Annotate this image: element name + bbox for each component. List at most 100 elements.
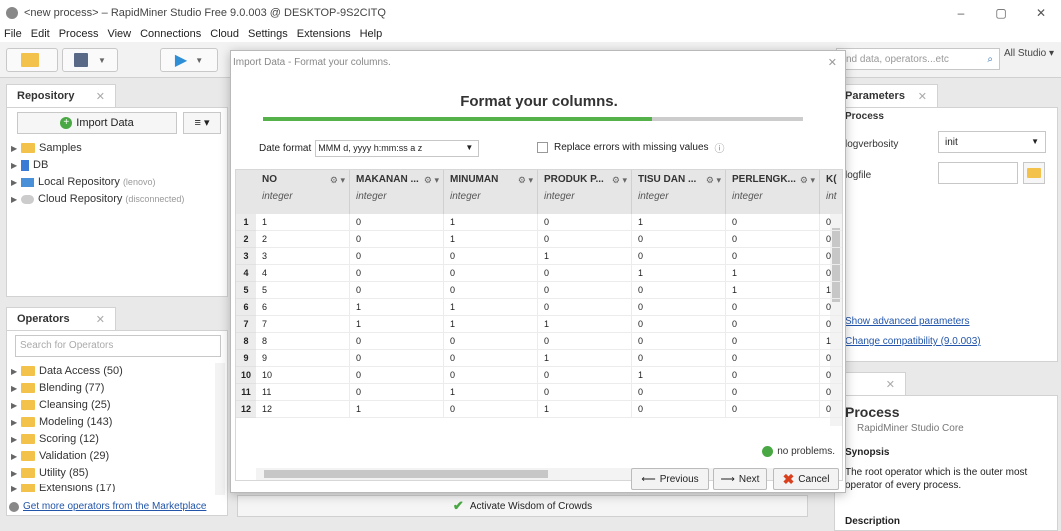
column-header[interactable]: MAKANAN ... integer ⚙ ▾	[350, 170, 444, 214]
tree-label: DB	[33, 159, 49, 171]
cancel-icon: ✖	[782, 470, 795, 487]
menu-settings[interactable]: Settings	[248, 28, 288, 40]
help-title: Process	[845, 404, 900, 420]
table-cell: 0	[350, 350, 444, 367]
table-cell: 0	[820, 350, 842, 367]
table-cell: 0	[820, 299, 842, 316]
row-number: 6	[236, 299, 256, 316]
tab-repository[interactable]: Repository ✕	[6, 84, 116, 108]
global-search-input[interactable]: find data, operators...etc ⌕	[836, 48, 1000, 70]
gear-icon[interactable]: ⚙ ▾	[330, 175, 345, 186]
tab-parameters[interactable]: Parameters ✕	[834, 84, 938, 108]
table-cell: 0	[632, 231, 726, 248]
folder-icon	[21, 434, 35, 444]
new-open-button[interactable]	[6, 48, 58, 72]
tab-operators[interactable]: Operators ✕	[6, 307, 116, 331]
close-icon[interactable]: ✕	[886, 378, 895, 391]
table-cell: 0	[538, 384, 632, 401]
show-advanced-link[interactable]: Show advanced parameters	[845, 316, 970, 327]
close-icon[interactable]: ✕	[918, 90, 927, 103]
cancel-button[interactable]: ✖ Cancel	[773, 468, 839, 490]
table-cell: 0	[350, 333, 444, 350]
column-header[interactable]: K(int	[820, 170, 842, 214]
tree-item-local-repository[interactable]: ▶ Local Repository (lenovo)	[11, 176, 155, 188]
logfile-input[interactable]	[938, 162, 1018, 184]
close-icon[interactable]: ✕	[828, 56, 837, 69]
chevron-down-icon: ▼	[465, 143, 474, 152]
table-cell: 3	[256, 248, 350, 265]
tree-item-cloud-repository[interactable]: ▶ Cloud Repository (disconnected)	[11, 193, 184, 205]
menu-extensions[interactable]: Extensions	[297, 28, 351, 40]
operators-scrollbar[interactable]	[215, 363, 225, 495]
search-scope-dropdown[interactable]: All Studio ▾	[1004, 48, 1054, 59]
gear-icon[interactable]: ⚙ ▾	[706, 175, 721, 186]
table-cell: 1	[820, 282, 842, 299]
chevron-down-icon: ▼	[195, 55, 204, 65]
scroll-thumb[interactable]	[264, 470, 548, 478]
import-data-button[interactable]: + Import Data	[17, 112, 177, 134]
computer-icon	[21, 177, 34, 187]
close-window-button[interactable]: ✕	[1021, 0, 1061, 26]
operator-group[interactable]: ▶ Data Access (50)	[11, 365, 123, 377]
menu-process[interactable]: Process	[59, 28, 99, 40]
table-cell: 0	[632, 350, 726, 367]
previous-button[interactable]: ⟵ Previous	[631, 468, 709, 490]
maximize-button[interactable]: ▢	[981, 0, 1021, 26]
column-header[interactable]: NO integer ⚙ ▾	[256, 170, 350, 214]
close-icon[interactable]: ✕	[96, 90, 105, 103]
gear-icon[interactable]: ⚙ ▾	[612, 175, 627, 186]
operator-group-label: Validation (29)	[39, 450, 110, 462]
replace-errors-option[interactable]: Replace errors with missing values ⓘ	[537, 140, 725, 155]
browse-button[interactable]	[1023, 162, 1045, 184]
logverbosity-select[interactable]: init ▼	[938, 131, 1046, 153]
table-cell: 0	[350, 231, 444, 248]
run-button[interactable]: ▶ ▼	[160, 48, 218, 72]
menu-edit[interactable]: Edit	[31, 28, 50, 40]
menu-connections[interactable]: Connections	[140, 28, 201, 40]
table-cell: 7	[256, 316, 350, 333]
close-icon[interactable]: ✕	[96, 313, 105, 326]
operator-group[interactable]: ▶ Scoring (12)	[11, 433, 99, 445]
wisdom-of-crowds-button[interactable]: ✔ Activate Wisdom of Crowds	[237, 495, 808, 517]
operator-group[interactable]: ▶ Blending (77)	[11, 382, 104, 394]
column-header[interactable]: PRODUK P... integer ⚙ ▾	[538, 170, 632, 214]
next-button[interactable]: ⟶ Next	[713, 468, 767, 490]
operator-group[interactable]: ▶ Modeling (143)	[11, 416, 112, 428]
menu-view[interactable]: View	[107, 28, 131, 40]
minimize-button[interactable]: –	[941, 0, 981, 26]
table-cell: 1	[444, 384, 538, 401]
folder-icon	[21, 451, 35, 461]
check-icon	[762, 446, 774, 457]
operator-group[interactable]: ▶ Validation (29)	[11, 450, 109, 462]
operator-group[interactable]: ▶ Extensions (17)	[11, 484, 115, 492]
operators-panel: Search for Operators ▶ Data Access (50) ▶…	[6, 330, 228, 516]
change-compatibility-link[interactable]: Change compatibility (9.0.003)	[845, 336, 981, 347]
repository-menu-button[interactable]: ≡ ▾	[183, 112, 221, 134]
operator-group[interactable]: ▶ Utility (85)	[11, 467, 89, 479]
menu-help[interactable]: Help	[360, 28, 383, 40]
column-header[interactable]: TISU DAN ... integer ⚙ ▾	[632, 170, 726, 214]
table-cell: 12	[256, 401, 350, 418]
date-format-select[interactable]: MMM d, yyyy h:mm:ss a z ▼	[315, 140, 480, 157]
table-cell: 0	[632, 333, 726, 350]
marketplace-link[interactable]: Get more operators from the Marketplace	[9, 501, 206, 512]
parameters-panel: Process logverbosity init ▼ logfile Show…	[834, 107, 1058, 362]
gear-icon[interactable]: ⚙ ▾	[800, 175, 815, 186]
tree-item-samples[interactable]: ▶ Samples	[11, 142, 82, 154]
help-panel: Process RapidMiner Studio Core Synopsis …	[834, 395, 1058, 531]
gear-icon[interactable]: ⚙ ▾	[424, 175, 439, 186]
table-cell: 0	[350, 384, 444, 401]
tree-item-db[interactable]: ▶ DB	[11, 159, 48, 171]
operator-group[interactable]: ▶ Cleansing (25)	[11, 399, 111, 411]
table-cell: 0	[820, 401, 842, 418]
save-button[interactable]: ▼	[62, 48, 118, 72]
folder-icon	[21, 53, 39, 67]
gear-icon[interactable]: ⚙ ▾	[518, 175, 533, 186]
menu-cloud[interactable]: Cloud	[210, 28, 239, 40]
menu-file[interactable]: File	[4, 28, 22, 40]
replace-errors-checkbox[interactable]	[537, 142, 548, 153]
marketplace-label: Get more operators from the Marketplace	[23, 501, 207, 512]
column-header[interactable]: MINUMAN integer ⚙ ▾	[444, 170, 538, 214]
column-header[interactable]: PERLENGK... integer ⚙ ▾	[726, 170, 820, 214]
operator-search-input[interactable]: Search for Operators	[15, 335, 221, 357]
